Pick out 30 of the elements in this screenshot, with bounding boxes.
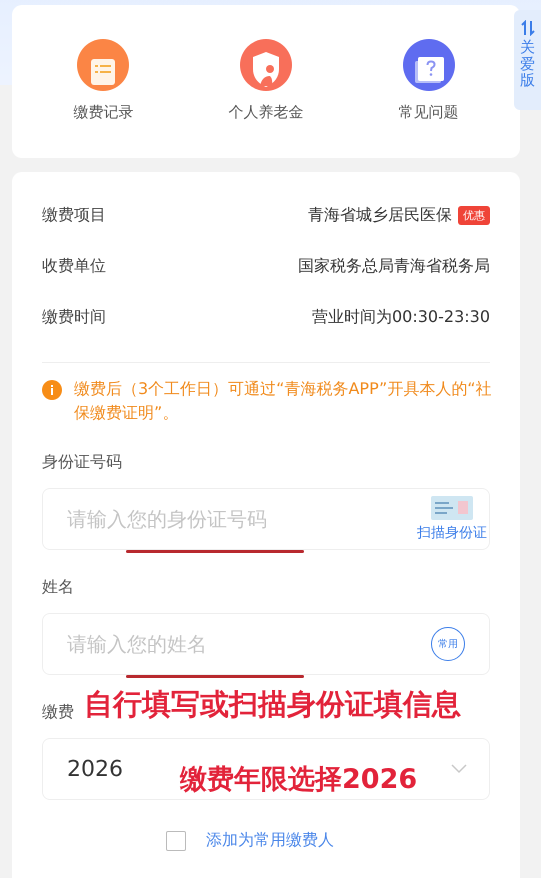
care-mode-tab[interactable]: 关爱版 bbox=[514, 10, 541, 110]
shortcut-label[interactable]: 缴费记录 bbox=[73, 103, 134, 122]
info-value: 国家税务总局青海省税务局 bbox=[298, 256, 490, 277]
notice-text: 缴费后（3个工作日）可通过“青海税务APP”开具本人的“社保缴费证明”。 bbox=[74, 378, 493, 424]
frequent-contacts-button[interactable]: 常用 bbox=[431, 627, 465, 661]
annotation-caption: 自行填写或扫描身份证填信息 bbox=[84, 686, 461, 723]
question-icon[interactable] bbox=[402, 39, 455, 91]
id-card-icon bbox=[431, 496, 473, 520]
field-label: 身份证号码 bbox=[42, 452, 122, 473]
chevron-down-icon[interactable] bbox=[451, 764, 467, 774]
scan-id-button[interactable]: 扫描身份证 bbox=[417, 496, 487, 542]
checkbox[interactable] bbox=[166, 830, 186, 850]
field-label: 姓名 bbox=[42, 577, 74, 598]
discount-badge: 优惠 bbox=[458, 206, 490, 225]
list-icon[interactable] bbox=[77, 39, 130, 91]
shield-person-icon[interactable] bbox=[240, 39, 292, 91]
shortcut-label[interactable]: 个人养老金 bbox=[228, 103, 304, 122]
add-payer-link[interactable]: 添加为常用缴费人 bbox=[206, 830, 334, 851]
info-label: 缴费项目 bbox=[42, 205, 106, 226]
info-value: 营业时间为00:30-23:30 bbox=[312, 307, 490, 328]
field-label: 缴费 bbox=[42, 702, 74, 723]
info-label: 收费单位 bbox=[42, 256, 106, 277]
shortcut-label[interactable]: 常见问题 bbox=[398, 103, 459, 122]
info-value: 青海省城乡居民医保 bbox=[308, 205, 452, 226]
input-field[interactable]: 请输入您的姓名 常用 bbox=[42, 613, 490, 675]
swap-icon bbox=[520, 20, 534, 36]
input-field[interactable]: 请输入您的身份证号码 扫描身份证 bbox=[42, 488, 490, 550]
info-icon bbox=[42, 380, 62, 400]
info-label: 缴费时间 bbox=[42, 307, 106, 328]
annotation-caption: 缴费年限选择2026 bbox=[180, 763, 418, 797]
